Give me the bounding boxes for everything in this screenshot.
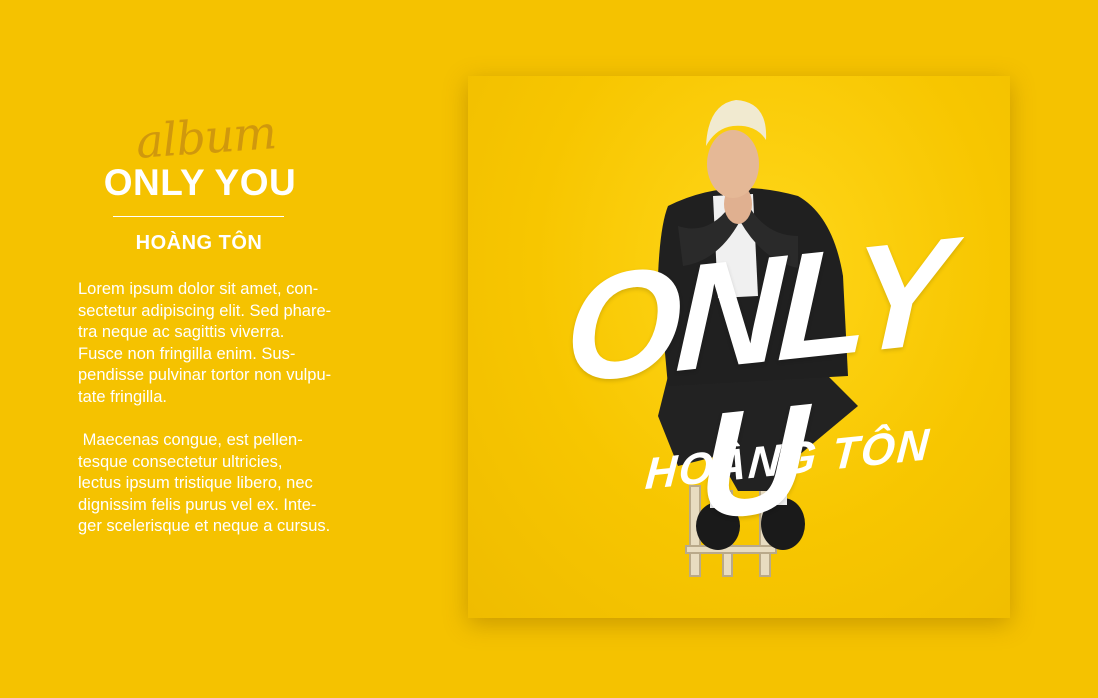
album-script-label: album xyxy=(134,105,278,169)
description-line: tesque consectetur ultricies, xyxy=(78,452,283,471)
album-cover: ONLY U HOÀNG TÔN xyxy=(468,76,1010,618)
description-line: Fusce non fringilla enim. Sus- xyxy=(78,344,296,363)
title-divider xyxy=(113,216,284,217)
description-paragraph-1: Lorem ipsum dolor sit amet, con- sectetu… xyxy=(78,279,368,409)
description-paragraph-2: Maecenas congue, est pellen- tesque cons… xyxy=(78,430,368,538)
description-line: tra neque ac sagittis viverra. xyxy=(78,323,285,342)
description-line: Lorem ipsum dolor sit amet, con- xyxy=(78,280,319,298)
description-line: ger scelerisque et neque a cursus. xyxy=(78,517,331,536)
face xyxy=(707,130,759,198)
description-line: pendisse pulvinar tortor non vulpu- xyxy=(78,366,332,385)
cover-title: ONLY U xyxy=(562,205,949,552)
description-line: dignissim felis purus vel ex. Inte- xyxy=(78,495,317,514)
description-line: lectus ipsum tristique libero, nec xyxy=(78,474,313,493)
description-line: Maecenas congue, est pellen- xyxy=(78,431,303,449)
description-line: sectetur adipiscing elit. Sed phare- xyxy=(78,301,332,320)
artist-name: HOÀNG TÔN xyxy=(135,232,263,254)
description-line: tate fringilla. xyxy=(78,387,167,406)
album-title: ONLY YOU xyxy=(103,162,297,203)
album-info-panel: album ONLY YOU HOÀNG TÔN Lorem ipsum dol… xyxy=(0,0,420,698)
